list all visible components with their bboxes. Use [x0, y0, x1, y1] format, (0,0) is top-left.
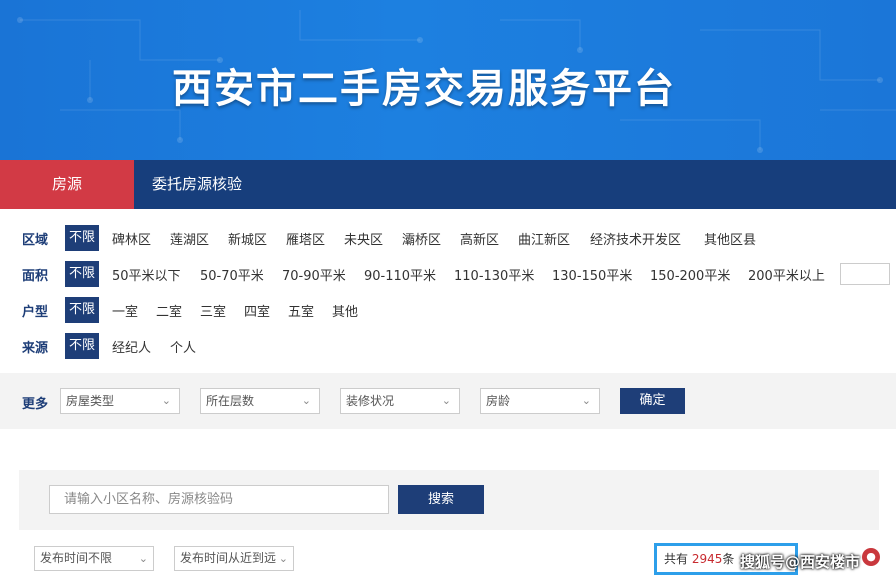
chevron-down-icon: ⌄	[581, 394, 591, 407]
chevron-down-icon: ⌄	[161, 394, 171, 407]
district-option[interactable]: 未央区	[344, 229, 383, 248]
site-title: 西安市二手房交易服务平台	[172, 66, 676, 112]
district-option[interactable]: 其他区县	[704, 229, 756, 248]
district-option[interactable]: 曲江新区	[518, 229, 570, 248]
main-nav: 房源 委托房源核验	[0, 160, 896, 209]
record-icon: ●	[862, 548, 880, 566]
search-button[interactable]: 搜索	[398, 485, 484, 514]
chevron-down-icon: ⌄	[441, 394, 451, 407]
dropdown-value: 发布时间从近到远	[180, 551, 277, 565]
filter-row-source: 来源 不限 经纪人 个人	[0, 333, 896, 359]
area-option[interactable]: 不限	[65, 261, 100, 287]
layout-option[interactable]: 四室	[244, 301, 270, 320]
layout-option[interactable]: 五室	[288, 301, 314, 320]
chevron-down-icon: ⌄	[278, 552, 288, 565]
district-option[interactable]: 碑林区	[112, 229, 151, 248]
tab-verification[interactable]: 委托房源核验	[152, 160, 242, 209]
district-option[interactable]: 不限	[65, 225, 100, 251]
house-type-dropdown[interactable]: 房屋类型 ⌄	[60, 388, 180, 414]
dropdown-value: 发布时间不限	[40, 551, 113, 565]
chevron-down-icon: ⌄	[138, 552, 148, 565]
filter-label-district: 区域	[22, 233, 49, 248]
district-option[interactable]: 雁塔区	[286, 229, 325, 248]
source-option[interactable]: 不限	[65, 333, 100, 359]
layout-option[interactable]: 不限	[65, 297, 100, 323]
tab-listings[interactable]: 房源	[0, 160, 134, 209]
results-prefix: 共有	[664, 552, 689, 566]
search-input[interactable]: 请输入小区名称、房源核验码	[49, 485, 389, 514]
floor-dropdown[interactable]: 所在层数 ⌄	[200, 388, 320, 414]
layout-option[interactable]: 二室	[156, 301, 182, 320]
more-label: 更多	[22, 397, 49, 412]
area-option[interactable]: 130-150平米	[552, 265, 632, 284]
filter-label-source: 来源	[22, 341, 49, 356]
publish-time-dropdown[interactable]: 发布时间不限 ⌄	[34, 546, 154, 571]
layout-option[interactable]: 三室	[200, 301, 226, 320]
source-option[interactable]: 经纪人	[112, 337, 151, 356]
area-option[interactable]: 200平米以上	[748, 265, 825, 284]
filter-row-area: 面积 不限 50平米以下 50-70平米 70-90平米 90-110平米 11…	[0, 261, 896, 287]
layout-option[interactable]: 其他	[332, 301, 358, 320]
watermark: 搜狐号@西安楼市	[740, 553, 861, 571]
area-option[interactable]: 70-90平米	[282, 265, 346, 284]
area-option[interactable]: 90-110平米	[364, 265, 436, 284]
results-number: 2945	[691, 552, 723, 566]
filter-label-layout: 户型	[22, 305, 49, 320]
district-option[interactable]: 莲湖区	[170, 229, 209, 248]
age-dropdown[interactable]: 房龄 ⌄	[480, 388, 600, 414]
results-suffix: 条	[722, 552, 735, 566]
dropdown-value: 房龄	[486, 394, 511, 408]
filter-row-district: 区域 不限 碑林区 莲湖区 新城区 雁塔区 未央区 灞桥区 高新区 曲江新区 经…	[0, 225, 896, 251]
dropdown-value: 所在层数	[206, 394, 255, 408]
confirm-button[interactable]: 确定	[620, 388, 685, 414]
area-option[interactable]: 110-130平米	[454, 265, 534, 284]
layout-option[interactable]: 一室	[112, 301, 138, 320]
district-option[interactable]: 经济技术开发区	[590, 229, 681, 248]
publish-order-dropdown[interactable]: 发布时间从近到远 ⌄	[174, 546, 294, 571]
chevron-down-icon: ⌄	[301, 394, 311, 407]
header-banner: 西安市二手房交易服务平台	[0, 0, 896, 160]
filter-row-layout: 户型 不限 一室 二室 三室 四室 五室 其他	[0, 297, 896, 323]
district-option[interactable]: 灞桥区	[402, 229, 441, 248]
decoration-dropdown[interactable]: 装修状况 ⌄	[340, 388, 460, 414]
area-option[interactable]: 150-200平米	[650, 265, 730, 284]
source-option[interactable]: 个人	[170, 337, 196, 356]
dropdown-value: 房屋类型	[66, 394, 115, 408]
more-filters-bar: 更多 房屋类型 ⌄ 所在层数 ⌄ 装修状况 ⌄ 房龄 ⌄	[0, 373, 896, 429]
dropdown-value: 装修状况	[346, 394, 395, 408]
custom-area-input[interactable]	[840, 263, 890, 285]
filter-label-area: 面积	[22, 269, 49, 284]
area-option[interactable]: 50-70平米	[200, 265, 264, 284]
district-option[interactable]: 高新区	[460, 229, 499, 248]
area-option[interactable]: 50平米以下	[112, 265, 181, 284]
district-option[interactable]: 新城区	[228, 229, 267, 248]
